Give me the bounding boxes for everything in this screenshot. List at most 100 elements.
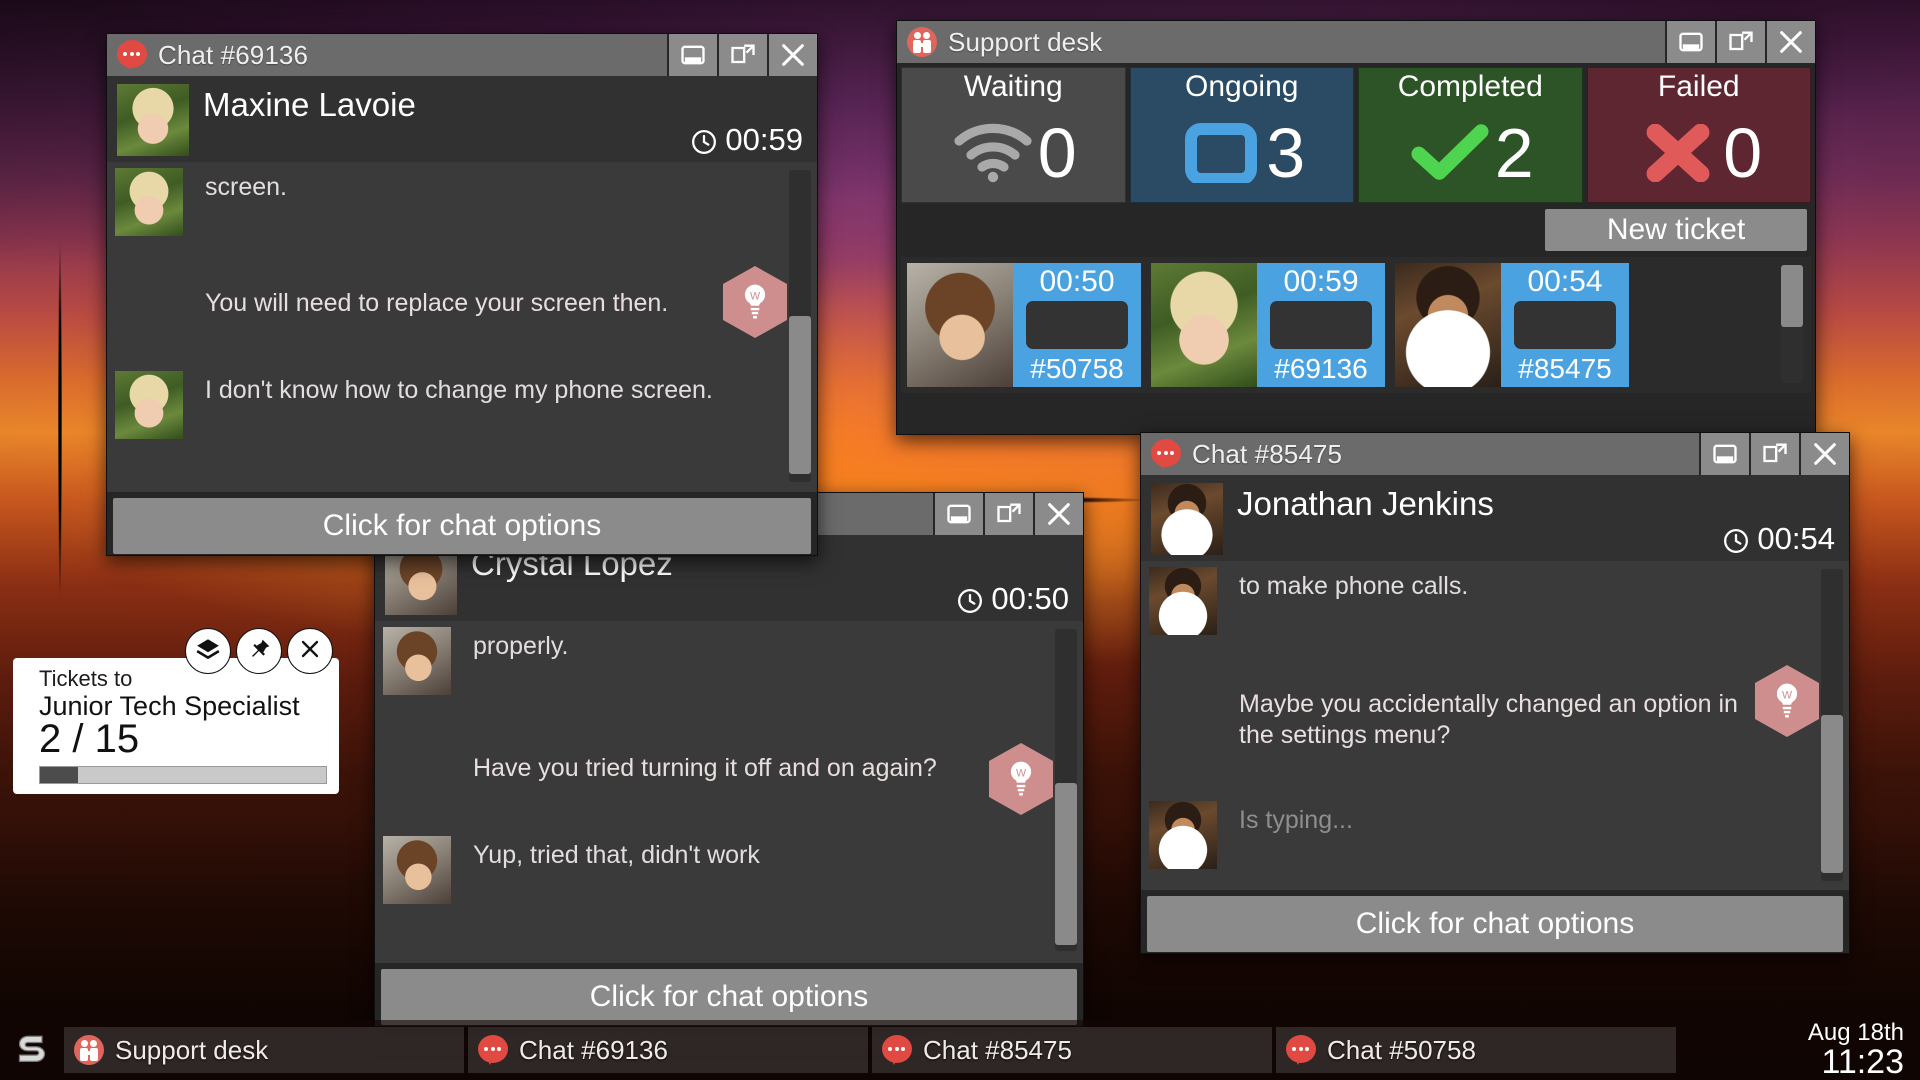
messages-scrollbar[interactable] [789,170,811,482]
chat-timer-value: 00:54 [1757,521,1835,556]
avatar [383,627,451,695]
avatar [117,84,189,156]
chat-85475-messages[interactable]: to make phone calls. Maybe you accidenta… [1141,561,1849,890]
clock-date: Aug 18th [1807,1018,1904,1046]
taskbar-item-chat-85475[interactable]: Chat #85475 [872,1027,1272,1073]
taskbar-item-chat-69136[interactable]: Chat #69136 [468,1027,868,1073]
message-text: Have you tried turning it off and on aga… [473,754,937,782]
scrollbar-thumb[interactable] [1781,265,1803,327]
chat-options-button[interactable]: Click for chat options [1147,896,1843,952]
chat-bubble-icon [1286,1035,1316,1065]
ticket-timer: 00:54 [1527,265,1603,298]
chat-message-typing: Is typing... [1141,795,1849,869]
app-logo-icon[interactable] [0,1020,64,1080]
pin-button[interactable] [236,628,282,674]
chat-options-button[interactable]: Click for chat options [381,969,1077,1025]
maximize-button[interactable] [1749,433,1799,475]
ticket-list-scrollbar[interactable] [1781,265,1803,383]
minimize-button[interactable] [667,34,717,76]
wifi-icon [950,120,1036,186]
chat-box-icon [1178,120,1264,186]
taskbar-item-label: Support desk [115,1034,269,1065]
stat-failed[interactable]: Failed 0 [1586,67,1811,203]
chat-85475-titlebar[interactable]: Chat #85475 [1141,433,1849,475]
stat-value: 2 [1494,113,1534,192]
customer-name: Jonathan Jenkins [1237,485,1494,522]
ticket-id: #50758 [1030,353,1124,384]
taskbar-item-support-desk[interactable]: Support desk [64,1027,464,1073]
stat-label: Failed [1657,70,1740,103]
close-button[interactable] [1765,21,1815,63]
cross-icon [1635,120,1721,186]
scrollbar-thumb[interactable] [1821,715,1843,873]
taskbar-item-label: Chat #85475 [923,1034,1072,1065]
message-text: Yup, tried that, didn't work [473,840,760,869]
chat-50758-messages[interactable]: properly. Have you tried turning it off … [375,621,1083,963]
close-button[interactable] [767,34,817,76]
minimize-button[interactable] [933,493,983,535]
stat-ongoing[interactable]: Ongoing 3 [1129,67,1354,203]
ticket-timer: 00:59 [1283,265,1359,298]
chat-69136-messages[interactable]: screen. You will need to replace your sc… [107,162,817,492]
avatar [383,835,451,904]
taskbar-item-label: Chat #50758 [1327,1034,1476,1065]
support-desk-window[interactable]: Support desk Waiting 0 Ongoing 3 Complet… [896,20,1816,435]
ticket-card[interactable]: 00:59 #69136 [1151,263,1385,387]
stat-waiting[interactable]: Waiting 0 [901,67,1126,203]
promotion-rank-name: Junior Tech Specialist [39,691,300,721]
chat-69136-title: Chat #69136 [158,39,309,70]
stat-completed[interactable]: Completed 2 [1358,67,1583,203]
taskbar-item-label: Chat #69136 [519,1034,668,1065]
chat-options-button[interactable]: Click for chat options [113,498,811,554]
minimize-button[interactable] [1665,21,1715,63]
maximize-button[interactable] [717,34,767,76]
typing-indicator-text: Is typing... [1239,805,1353,834]
support-desk-stats: Waiting 0 Ongoing 3 Completed 2 Failed 0 [897,63,1815,203]
chat-window-69136[interactable]: Chat #69136 Maxine Lavoie 00:59 screen. [106,33,818,556]
people-icon [907,27,937,57]
stat-value: 0 [1037,113,1077,192]
layers-button[interactable] [185,628,231,674]
close-button[interactable] [287,628,333,674]
chat-69136-titlebar[interactable]: Chat #69136 [107,34,817,76]
message-text: properly. [473,632,569,660]
avatar-spacer [115,284,183,319]
chat-message: Maybe you accidentally changed an option… [1141,679,1849,751]
ticket-list[interactable]: 00:50 #50758 00:59 #69136 00:54 #85475 [901,257,1811,393]
maximize-button[interactable] [983,493,1033,535]
close-button[interactable] [1033,493,1083,535]
chat-window-85475[interactable]: Chat #85475 Jonathan Jenkins 00:54 to ma… [1140,432,1850,954]
new-ticket-row: New ticket [897,203,1815,255]
ticket-card[interactable]: 00:54 #85475 [1395,263,1629,387]
chat-message: Have you tried turning it off and on aga… [375,743,1083,784]
pin-icon [246,636,272,667]
chat-85475-header: Jonathan Jenkins 00:54 [1141,475,1849,561]
chat-timer-value: 00:59 [725,122,803,157]
ticket-id: #85475 [1518,353,1612,384]
close-button[interactable] [1799,433,1849,475]
chat-timer: 00:50 [957,581,1069,617]
svg-text:W: W [750,290,761,302]
ticket-card[interactable]: 00:50 #50758 [907,263,1141,387]
minimize-button[interactable] [1699,433,1749,475]
promotion-progress-bar [39,766,327,785]
chat-window-50758[interactable]: Chat #50758 Crystal Lopez 00:50 properly… [374,492,1084,1027]
scrollbar-thumb[interactable] [789,316,811,474]
ticket-id: #69136 [1274,353,1368,384]
clock-icon [957,586,983,613]
message-text: to make phone calls. [1239,572,1469,600]
messages-scrollbar[interactable] [1821,569,1843,881]
people-icon [74,1035,104,1065]
messages-scrollbar[interactable] [1055,629,1077,951]
layers-icon [195,636,221,667]
taskbar-item-chat-50758[interactable]: Chat #50758 [1276,1027,1676,1073]
scrollbar-thumb[interactable] [1055,783,1077,945]
support-desk-title: Support desk [948,26,1103,57]
check-icon [1407,120,1493,186]
new-ticket-button[interactable]: New ticket [1545,209,1807,251]
support-desk-titlebar[interactable]: Support desk [897,21,1815,63]
maximize-button[interactable] [1715,21,1765,63]
lightbulb-icon: W [1770,681,1804,721]
chat-timer: 00:54 [1723,521,1835,557]
hint-badge[interactable]: W [723,266,787,338]
